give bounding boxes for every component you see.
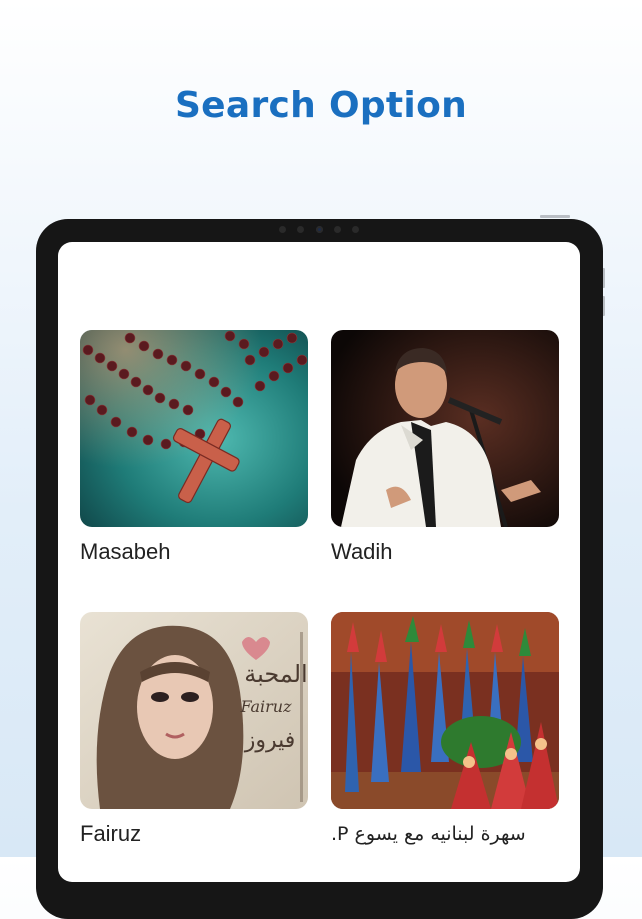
app-screen: Masabeh Wadih المحبة Fairuz فيروز Fairuz… (58, 242, 580, 882)
device-top-button (540, 215, 570, 218)
headline: Search Option (174, 85, 468, 126)
song-thumbnail[interactable] (331, 330, 559, 527)
song-title[interactable]: Fairuz (80, 821, 308, 847)
sensor-icon (297, 225, 305, 233)
camera-icon (315, 225, 323, 233)
song-title[interactable]: Wadih (331, 539, 559, 565)
song-card-fairuz[interactable]: المحبة Fairuz فيروز Fairuz (80, 612, 308, 847)
singer-portrait (331, 330, 559, 527)
song-title[interactable]: Masabeh (80, 539, 308, 565)
cover-latin-title: Fairuz (239, 697, 292, 716)
song-card-masabeh[interactable]: Masabeh (80, 330, 308, 565)
camera-sensor-bar (279, 224, 359, 234)
cover-arabic-name: فيروز (244, 728, 296, 753)
cover-arabic-title: المحبة (244, 660, 307, 688)
dabke-dancers (331, 612, 559, 809)
song-title[interactable]: سهرة لبنانيه مع يسوع P. (331, 821, 559, 847)
song-thumbnail[interactable]: المحبة Fairuz فيروز (80, 612, 308, 809)
song-card-wadih[interactable]: Wadih (331, 330, 559, 565)
rosary-artwork (80, 330, 308, 527)
song-card-lebanese-evening[interactable]: سهرة لبنانيه مع يسوع P. (331, 612, 559, 847)
song-thumbnail[interactable] (80, 330, 308, 527)
song-thumbnail[interactable] (331, 612, 559, 809)
fairuz-album-cover: المحبة Fairuz فيروز (80, 612, 308, 809)
sensor-icon (352, 225, 359, 233)
sensor-icon (279, 225, 286, 233)
sensor-icon (333, 225, 341, 233)
